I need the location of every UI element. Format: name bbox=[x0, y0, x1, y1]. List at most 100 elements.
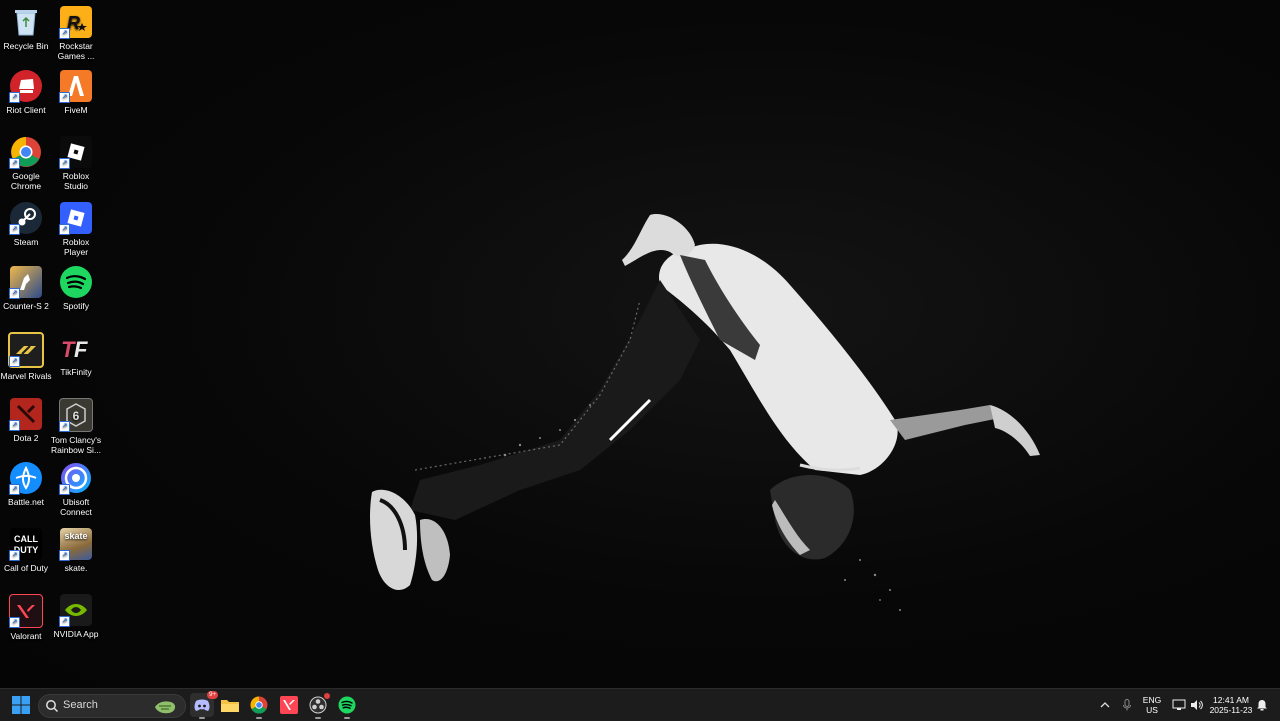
svg-text:F: F bbox=[74, 337, 88, 361]
chrome-icon: ↗ bbox=[9, 136, 42, 169]
roblox-studio-icon: ↗ bbox=[59, 136, 92, 169]
start-button[interactable] bbox=[9, 693, 33, 717]
desktop-icon-label: Counter-S 2 bbox=[3, 301, 49, 311]
shortcut-arrow-icon: ↗ bbox=[9, 356, 20, 367]
taskbar-spotify[interactable] bbox=[335, 693, 359, 719]
desktop-icon-rainbow-six[interactable]: 6 ↗ Tom Clancy's Rainbow Si... bbox=[50, 398, 102, 455]
wallpaper-figure-image bbox=[370, 214, 1040, 611]
obs-icon bbox=[309, 696, 327, 714]
show-hidden-icons-button[interactable] bbox=[1093, 693, 1117, 717]
ubisoft-connect-icon: ↗ bbox=[59, 462, 92, 495]
desktop-icon-roblox-player[interactable]: ↗ Roblox Player bbox=[50, 202, 102, 257]
taskbar-obs[interactable] bbox=[306, 693, 330, 719]
desktop-icon-label: Spotify bbox=[63, 301, 89, 311]
desktop-icon-counter-strike-2[interactable]: ↗ Counter-S 2 bbox=[0, 266, 52, 311]
riot-client-icon: ↗ bbox=[9, 70, 42, 103]
desktop-icon-label: FiveM bbox=[64, 105, 88, 115]
recycle-bin-icon bbox=[10, 6, 42, 38]
valorant-icon bbox=[280, 696, 298, 714]
shortcut-arrow-icon: ↗ bbox=[9, 224, 20, 235]
shortcut-arrow-icon: ↗ bbox=[59, 421, 70, 432]
desktop-icon-label: Google Chrome bbox=[10, 171, 42, 191]
quick-settings-button[interactable] bbox=[1168, 693, 1208, 717]
notification-center-button[interactable] bbox=[1254, 693, 1270, 717]
desktop-icon-fivem[interactable]: ↗ FiveM bbox=[50, 70, 102, 115]
desktop-icon-dota-2[interactable]: ↗ Dota 2 bbox=[0, 398, 52, 443]
shortcut-arrow-icon: ↗ bbox=[59, 550, 70, 561]
desktop-icon-label: Call of Duty bbox=[4, 563, 48, 573]
chevron-up-icon bbox=[1100, 702, 1110, 708]
spotify-icon bbox=[338, 696, 356, 714]
shortcut-arrow-icon: ↗ bbox=[9, 288, 20, 299]
desktop-icon-label: Ubisoft Connect bbox=[60, 497, 92, 517]
volume-icon bbox=[1191, 700, 1203, 710]
desktop-icon-marvel-rivals[interactable]: ↗ Marvel Rivals bbox=[0, 332, 52, 381]
taskbar-chrome[interactable] bbox=[247, 693, 271, 719]
shortcut-arrow-icon: ↗ bbox=[59, 224, 70, 235]
shortcut-arrow-icon: ↗ bbox=[9, 484, 20, 495]
desktop-icon-roblox-studio[interactable]: ↗ Roblox Studio bbox=[50, 136, 102, 191]
roblox-player-icon: ↗ bbox=[59, 202, 92, 235]
battle-net-icon: ↗ bbox=[9, 462, 42, 495]
region-code: US bbox=[1146, 705, 1158, 715]
shortcut-arrow-icon: ↗ bbox=[9, 158, 20, 169]
network-icon bbox=[1172, 699, 1186, 710]
running-indicator bbox=[256, 717, 262, 719]
tikfinity-icon: TF bbox=[60, 332, 92, 364]
clock-time: 12:41 AM bbox=[1213, 695, 1249, 705]
desktop-icon-label: Roblox Player bbox=[62, 237, 90, 257]
desktop-icon-label: Battle.net bbox=[8, 497, 44, 507]
desktop-icon-call-of-duty[interactable]: CALL DUTY ↗ Call of Duty bbox=[0, 528, 52, 573]
discord-notification-badge: 9+ bbox=[207, 691, 218, 699]
counter-strike-icon: ↗ bbox=[9, 266, 42, 299]
desktop-icon-nvidia-app[interactable]: ↗ NVIDIA App bbox=[50, 594, 102, 639]
desktop-icon-label: Roblox Studio bbox=[62, 171, 90, 191]
desktop-icon-valorant[interactable]: ↗ Valorant bbox=[0, 594, 52, 641]
desktop-icon-label: Valorant bbox=[10, 631, 42, 641]
shortcut-arrow-icon: ↗ bbox=[59, 28, 70, 39]
desktop-icon-riot-client[interactable]: ↗ Riot Client bbox=[0, 70, 52, 115]
taskbar-valorant[interactable] bbox=[277, 693, 301, 717]
spotify-icon bbox=[60, 266, 92, 298]
marvel-rivals-icon: ↗ bbox=[8, 332, 44, 368]
svg-text:CALL: CALL bbox=[14, 534, 38, 544]
search-highlight-icon bbox=[155, 701, 176, 714]
fivem-icon: ↗ bbox=[59, 70, 92, 103]
shortcut-arrow-icon: ↗ bbox=[59, 484, 70, 495]
shortcut-arrow-icon: ↗ bbox=[59, 158, 70, 169]
taskbar: Search 9+ ENG US 12:41 AM 2025-11-23 bbox=[0, 688, 1280, 721]
desktop-icon-google-chrome[interactable]: ↗ Google Chrome bbox=[0, 136, 52, 191]
running-indicator bbox=[315, 717, 321, 719]
desktop-icon-spotify[interactable]: Spotify bbox=[50, 266, 102, 311]
skate-icon: skate ↗ bbox=[59, 528, 92, 561]
taskbar-search-box[interactable]: Search bbox=[38, 694, 186, 718]
input-language-indicator[interactable]: ENG US bbox=[1140, 693, 1164, 717]
desktop-icon-label: skate. bbox=[64, 563, 88, 573]
desktop-icon-recycle-bin[interactable]: Recycle Bin bbox=[0, 6, 52, 51]
desktop-icon-label: Recycle Bin bbox=[3, 41, 49, 51]
microphone-tray-button[interactable] bbox=[1115, 693, 1139, 717]
shortcut-arrow-icon: ↗ bbox=[59, 92, 70, 103]
rainbow-six-icon: 6 ↗ bbox=[59, 398, 93, 432]
desktop-icon-label: Marvel Rivals bbox=[0, 371, 52, 381]
chrome-icon bbox=[250, 696, 268, 714]
desktop-icon-steam[interactable]: ↗ Steam bbox=[0, 202, 52, 247]
clock-date-button[interactable]: 12:41 AM 2025-11-23 bbox=[1208, 693, 1254, 717]
discord-icon bbox=[194, 699, 210, 711]
clock-date: 2025-11-23 bbox=[1209, 705, 1253, 715]
microphone-icon bbox=[1123, 699, 1131, 711]
taskbar-file-explorer[interactable] bbox=[218, 693, 242, 717]
desktop-icon-tikfinity[interactable]: TF TikFinity bbox=[50, 332, 102, 377]
running-indicator bbox=[344, 717, 350, 719]
search-icon bbox=[46, 700, 59, 713]
desktop-icon-rockstar-games[interactable]: R ↗ Rockstar Games ... bbox=[50, 6, 102, 61]
taskbar-discord[interactable]: 9+ bbox=[190, 691, 218, 719]
shortcut-arrow-icon: ↗ bbox=[9, 550, 20, 561]
desktop-icon-ubisoft-connect[interactable]: ↗ Ubisoft Connect bbox=[50, 462, 102, 517]
desktop-icon-skate[interactable]: skate ↗ skate. bbox=[50, 528, 102, 573]
desktop-icon-battle-net[interactable]: ↗ Battle.net bbox=[0, 462, 52, 507]
search-placeholder: Search bbox=[63, 699, 98, 711]
desktop-icon-label: Rockstar Games ... bbox=[57, 41, 95, 61]
desktop-icon-label: NVIDIA App bbox=[53, 629, 99, 639]
desktop-icon-label: Tom Clancy's Rainbow Si... bbox=[50, 435, 102, 455]
